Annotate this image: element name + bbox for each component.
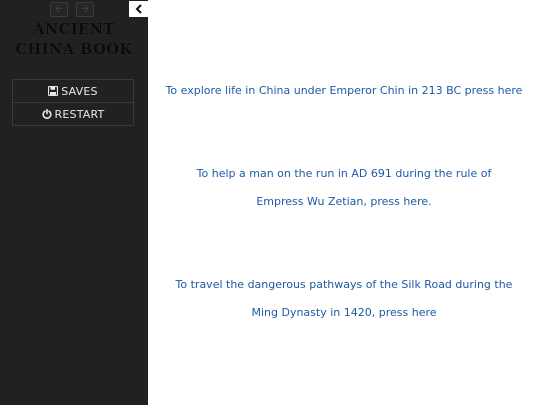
back-button[interactable]: 🡠 xyxy=(50,2,68,17)
story-title-line-2: CHINA BOOK xyxy=(15,41,133,58)
power-icon xyxy=(41,109,52,119)
collapse-sidebar-button[interactable] xyxy=(129,1,148,17)
story-passage: To explore life in China under Emperor C… xyxy=(148,0,540,405)
arrow-right-icon: 🡢 xyxy=(80,3,90,15)
arrow-left-icon: 🡠 xyxy=(54,3,64,15)
forward-button[interactable]: 🡢 xyxy=(76,2,94,17)
sidebar-menu: SAVES RESTART xyxy=(12,79,134,126)
choice-link-emperor-chin[interactable]: To explore life in China under Emperor C… xyxy=(148,77,540,105)
saves-button[interactable]: SAVES xyxy=(12,79,134,103)
saves-label: SAVES xyxy=(61,84,98,98)
app-window: 🡠 🡢 ANCIENT CHINA BOOK SAVES RESTART To … xyxy=(0,0,540,405)
choice-link-silk-road[interactable]: To travel the dangerous pathways of the … xyxy=(148,271,540,327)
sidebar: 🡠 🡢 ANCIENT CHINA BOOK SAVES RESTART xyxy=(0,0,148,405)
story-title: ANCIENT CHINA BOOK xyxy=(0,20,148,60)
save-icon xyxy=(48,86,59,96)
chevron-left-icon xyxy=(135,4,142,14)
restart-label: RESTART xyxy=(54,107,105,121)
choice-link-empress-wu[interactable]: To help a man on the run in AD 691 durin… xyxy=(148,160,540,216)
history-controls: 🡠 🡢 xyxy=(50,2,94,17)
story-title-line-1: ANCIENT xyxy=(33,21,115,38)
restart-button[interactable]: RESTART xyxy=(12,103,134,126)
